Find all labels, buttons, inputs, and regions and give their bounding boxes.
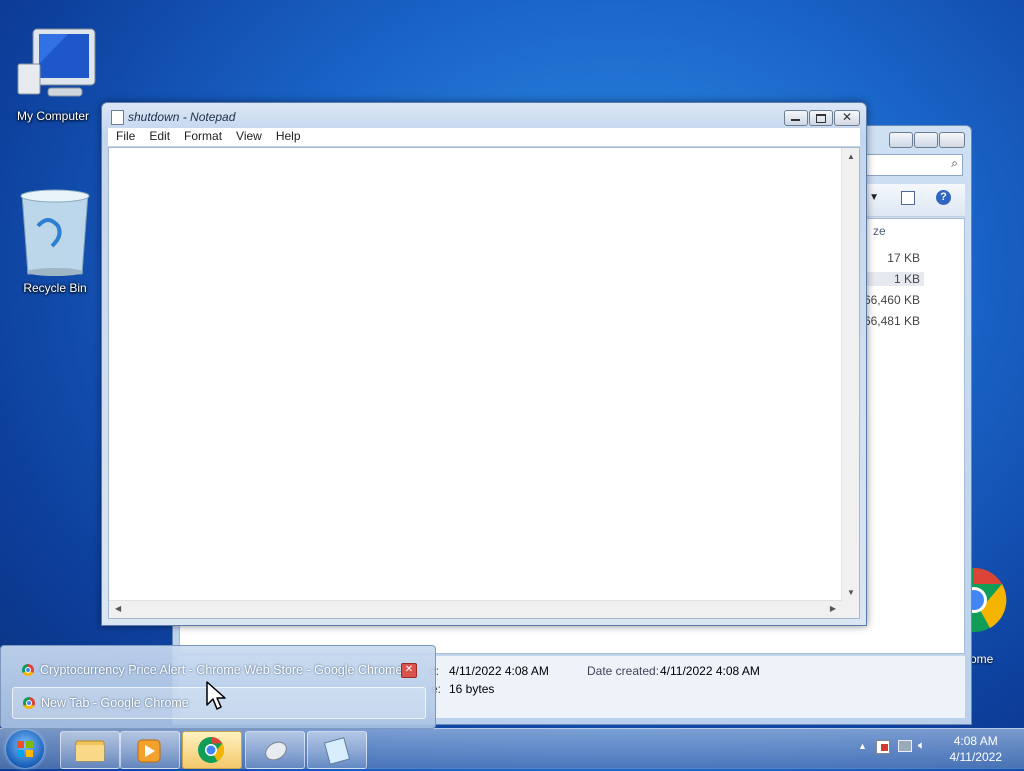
notepad-icon	[111, 110, 124, 125]
horizontal-scrollbar[interactable]: ◀ ▶	[109, 600, 842, 618]
close-icon: ✕	[842, 110, 853, 124]
created-label: Date created:	[587, 664, 660, 678]
desktop-icon-label: Recycle Bin	[23, 281, 87, 295]
windows-logo-icon	[17, 741, 33, 757]
text-area[interactable]: ▲ ▼ ◀ ▶	[108, 147, 860, 619]
chevron-down-icon[interactable]: ▼	[869, 192, 879, 203]
scroll-left-icon[interactable]: ◀	[115, 604, 121, 613]
close-button[interactable]	[939, 132, 965, 148]
scroll-up-icon[interactable]: ▲	[847, 152, 855, 161]
size-grip[interactable]	[842, 601, 859, 618]
preview-pane-icon[interactable]	[901, 191, 915, 205]
window-title: shutdown - Notepad	[128, 110, 236, 124]
clock-date: 4/11/2022	[949, 750, 1003, 764]
desktop-icon-recycle-bin[interactable]: Recycle Bin	[10, 186, 100, 295]
maximize-button[interactable]	[914, 132, 938, 148]
created-value: 4/11/2022 4:08 AM	[660, 664, 760, 678]
menu-edit[interactable]: Edit	[141, 128, 176, 143]
taskbar-media-player[interactable]	[120, 731, 180, 769]
chrome-icon	[23, 697, 35, 709]
taskbar-notepad[interactable]	[307, 731, 367, 769]
notepad-window[interactable]: shutdown - Notepad ✕ File Edit Format View H…	[101, 102, 867, 626]
scroll-right-icon[interactable]: ▶	[830, 604, 836, 613]
close-button[interactable]: ✕	[834, 110, 860, 126]
size-value: 16 bytes	[449, 682, 495, 696]
column-header-size[interactable]: ze	[873, 224, 886, 238]
clock[interactable]: 4:08 AM 4/11/2022	[950, 733, 1003, 765]
volume-icon[interactable]: 🔈︎	[918, 738, 925, 753]
clock-time: 4:08 AM	[953, 734, 998, 748]
mouse-icon	[265, 741, 287, 761]
menu-view[interactable]: View	[228, 128, 268, 143]
taskbar-mouse[interactable]	[245, 731, 305, 769]
menu-bar: File Edit Format View Help	[108, 128, 860, 146]
desktop-icon-my-computer[interactable]: My Computer	[8, 24, 98, 123]
computer-icon	[17, 28, 96, 97]
popup-item-label: New Tab - Google Chrome	[41, 696, 189, 710]
menu-help[interactable]: Help	[268, 128, 307, 143]
flag-icon	[881, 744, 888, 751]
chrome-icon	[198, 736, 225, 763]
file-size: 1 KB	[860, 272, 924, 286]
media-player-icon	[137, 739, 161, 763]
recycle-bin-icon	[20, 189, 90, 276]
desktop-icon-label: My Computer	[16, 109, 90, 123]
help-icon[interactable]: ?	[936, 190, 951, 205]
popup-item-label: Cryptocurrency Price Alert - Chrome Web …	[40, 663, 403, 677]
search-icon: ⌕	[951, 156, 958, 170]
maximize-button[interactable]	[809, 110, 833, 126]
minimize-icon	[791, 119, 800, 121]
notepad-icon	[323, 737, 351, 765]
action-center-icon[interactable]	[876, 740, 890, 754]
network-icon[interactable]	[898, 740, 912, 752]
taskbar-chrome[interactable]	[182, 731, 242, 769]
minimize-button[interactable]	[889, 132, 913, 148]
vertical-scrollbar[interactable]: ▲ ▼	[841, 148, 859, 601]
folder-icon	[75, 740, 105, 762]
menu-file[interactable]: File	[108, 128, 141, 143]
modified-value: 4/11/2022 4:08 AM	[449, 664, 549, 678]
menu-format[interactable]: Format	[176, 128, 228, 143]
scroll-down-icon[interactable]: ▼	[847, 588, 855, 597]
search-input[interactable]: ⌕	[861, 154, 963, 176]
minimize-button[interactable]	[784, 110, 808, 126]
chrome-icon	[22, 664, 34, 676]
taskbar-explorer[interactable]	[60, 731, 120, 769]
mouse-cursor-icon	[206, 681, 226, 710]
show-hidden-icons-icon[interactable]: ▲	[858, 741, 867, 751]
start-button[interactable]	[6, 730, 44, 768]
restore-icon	[816, 114, 826, 123]
close-button[interactable]: ✕	[401, 663, 417, 678]
